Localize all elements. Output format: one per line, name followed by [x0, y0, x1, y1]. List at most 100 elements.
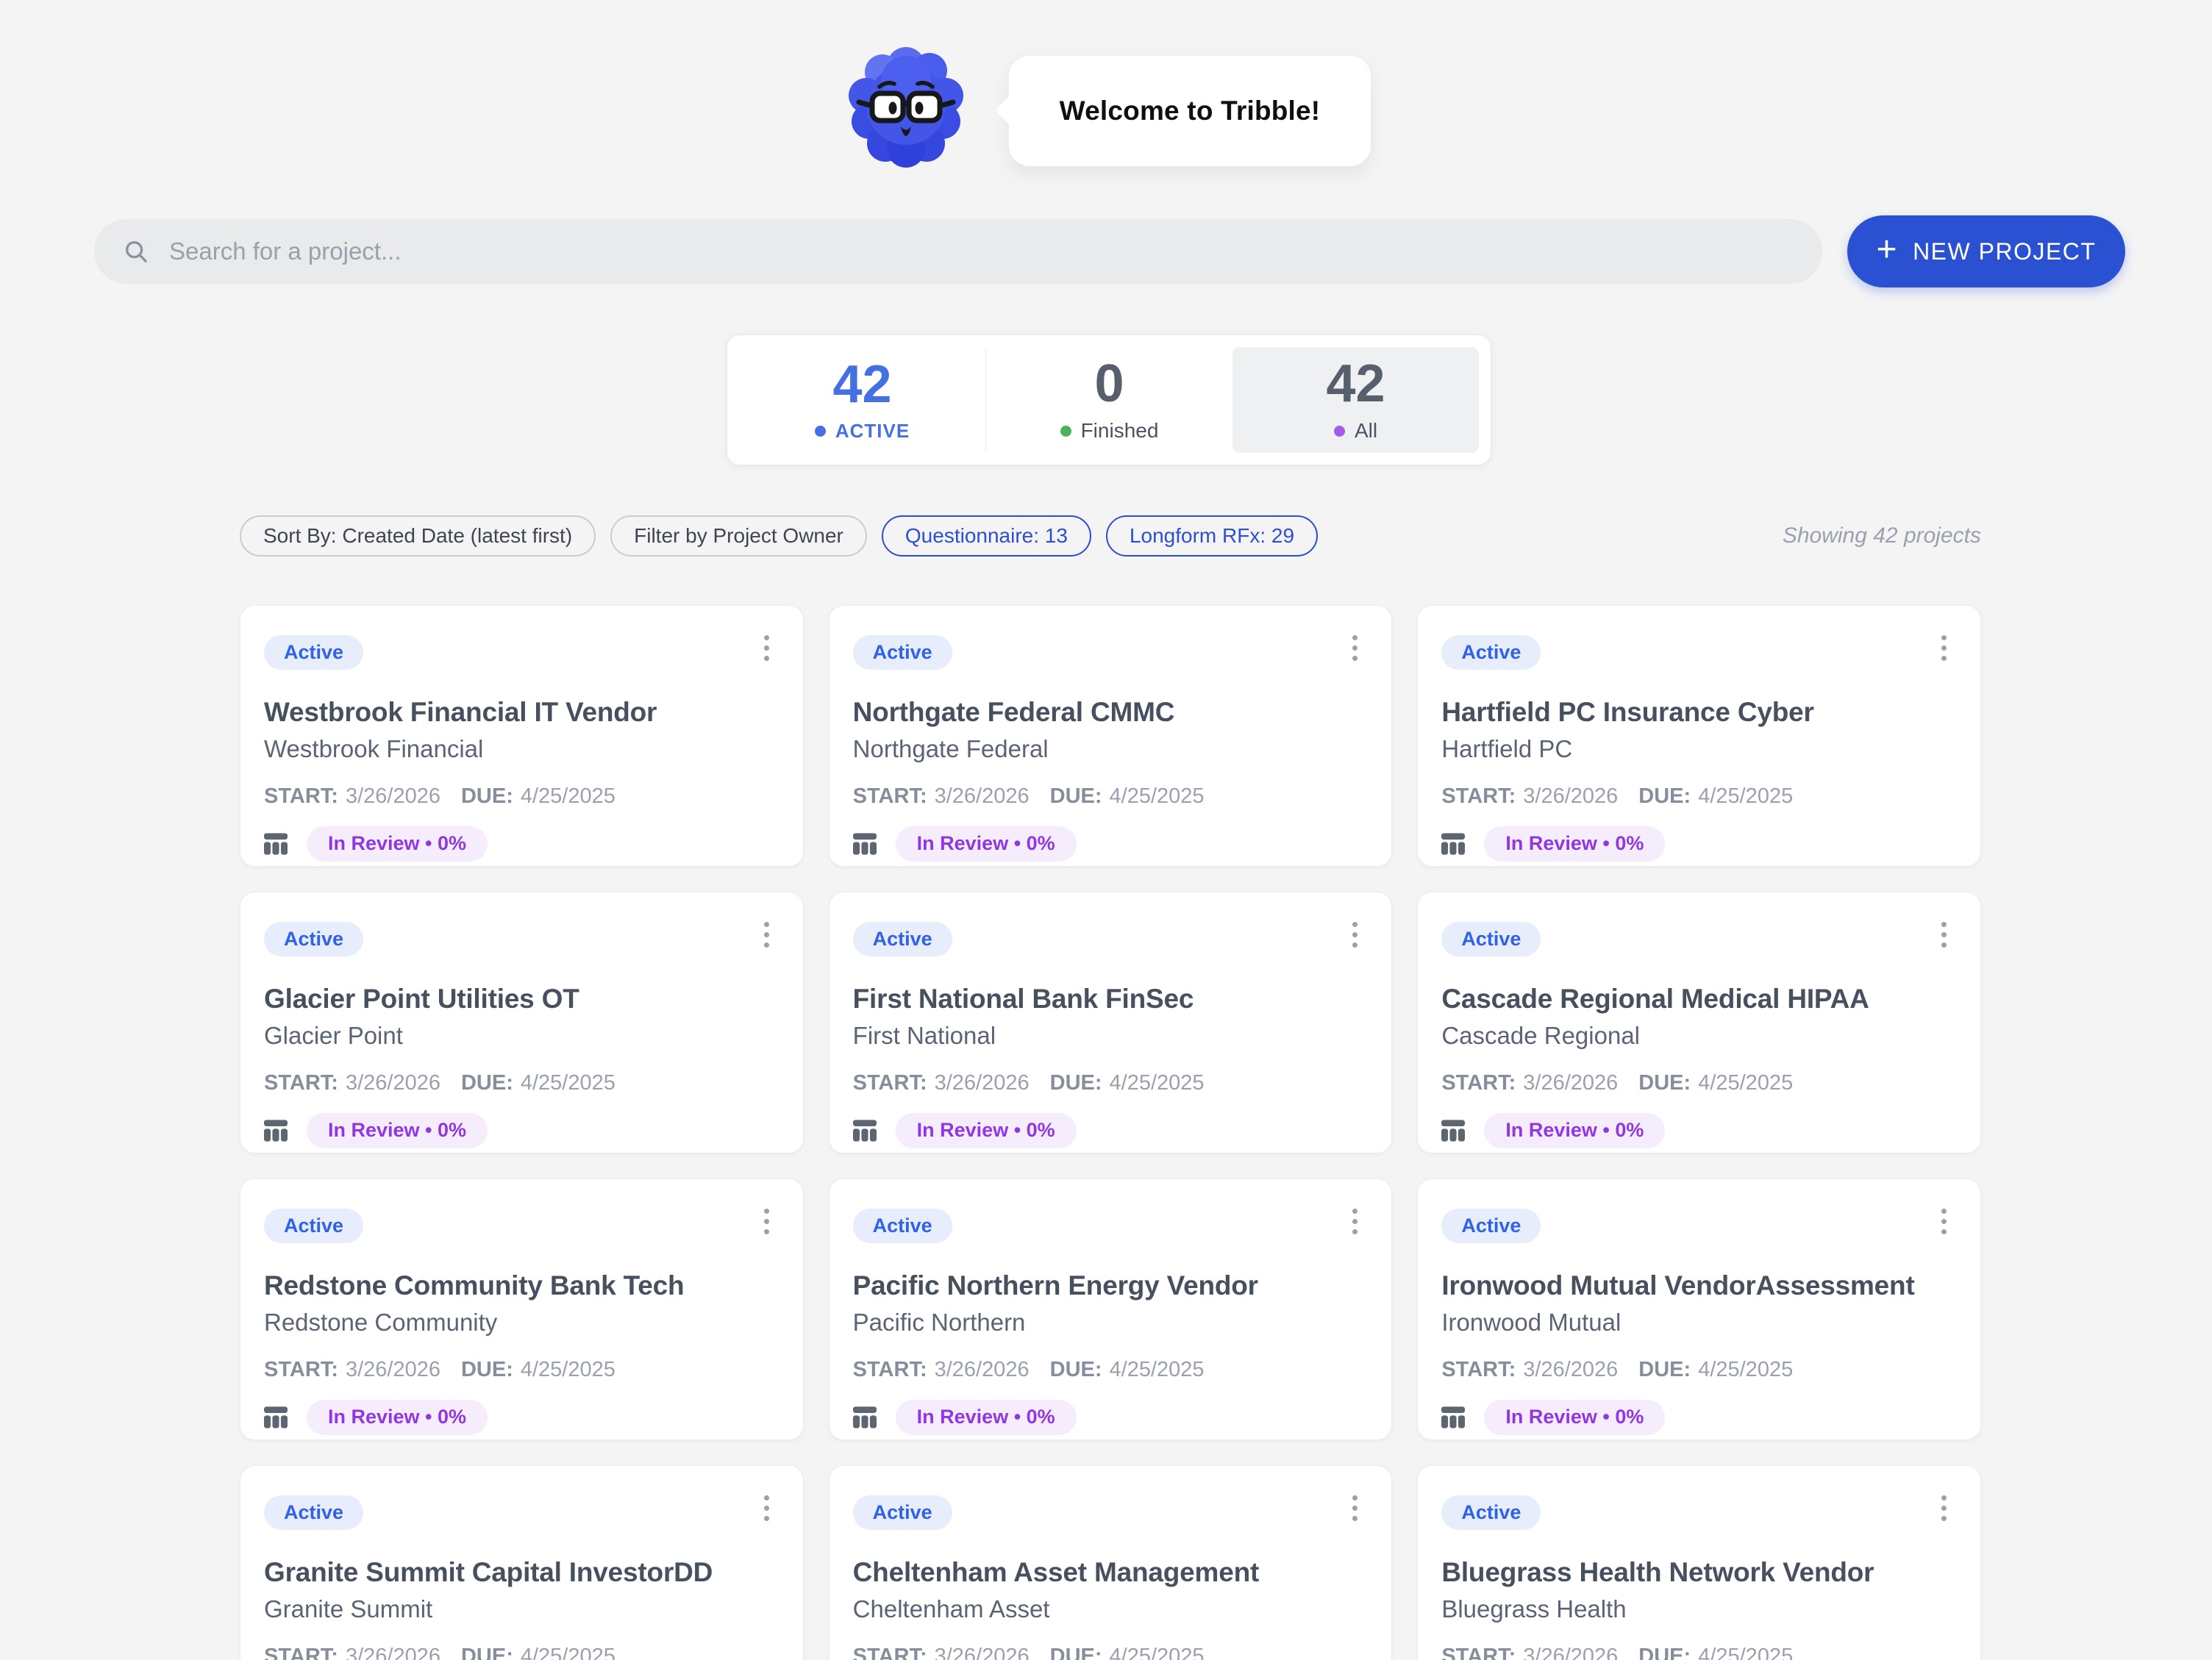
stat-tab-finished[interactable]: 0 Finished: [985, 347, 1232, 453]
due-date: 4/25/2025: [1698, 1071, 1793, 1095]
kebab-menu-icon[interactable]: [760, 1204, 774, 1239]
project-dates: START:3/26/2026 DUE:4/25/2025: [853, 1071, 1363, 1095]
project-title: Northgate Federal CMMC: [853, 696, 1363, 729]
stat-tab-all[interactable]: 42 All: [1232, 347, 1479, 453]
table-icon[interactable]: [264, 1406, 288, 1428]
project-card[interactable]: Active Northgate Federal CMMC Northgate …: [829, 605, 1393, 867]
status-badge: Active: [853, 922, 952, 956]
status-badge: Active: [853, 1495, 952, 1530]
due-label: DUE:: [1050, 784, 1102, 808]
status-badge: Active: [853, 1209, 952, 1243]
project-card[interactable]: Active Pacific Northern Energy Vendor Pa…: [829, 1178, 1393, 1440]
status-badge: Active: [1441, 922, 1541, 956]
review-status-badge: In Review • 0%: [1484, 826, 1665, 862]
project-dates: START:3/26/2026 DUE:4/25/2025: [264, 1358, 774, 1382]
card-footer: In Review • 0%: [1441, 1400, 1951, 1435]
table-icon[interactable]: [1441, 1120, 1465, 1142]
start-date: 3/26/2026: [346, 1358, 440, 1381]
project-company: Granite Summit: [264, 1595, 774, 1624]
start-label: START:: [1441, 1071, 1516, 1095]
project-title: Bluegrass Health Network Vendor: [1441, 1556, 1951, 1589]
filter-owner-pill[interactable]: Filter by Project Owner: [610, 515, 867, 557]
kebab-menu-icon[interactable]: [1937, 917, 1951, 952]
due-date: 4/25/2025: [521, 784, 616, 808]
due-label: DUE:: [1050, 1071, 1102, 1095]
project-title: First National Bank FinSec: [853, 983, 1363, 1015]
kebab-menu-icon[interactable]: [1348, 1491, 1362, 1525]
kebab-menu-icon[interactable]: [1937, 631, 1951, 665]
kebab-menu-icon[interactable]: [1937, 1204, 1951, 1239]
start-label: START:: [853, 1645, 927, 1660]
project-title: Hartfield PC Insurance Cyber: [1441, 696, 1951, 729]
table-icon[interactable]: [853, 1406, 877, 1428]
search-bar[interactable]: [94, 219, 1822, 284]
due-date: 4/25/2025: [521, 1071, 616, 1095]
start-date: 3/26/2026: [1523, 784, 1618, 808]
project-card[interactable]: Active Cascade Regional Medical HIPAA Ca…: [1417, 892, 1981, 1153]
search-input[interactable]: [169, 237, 1800, 265]
project-company: Northgate Federal: [853, 734, 1363, 764]
review-status-badge: In Review • 0%: [307, 1400, 488, 1435]
kebab-menu-icon[interactable]: [1937, 1491, 1951, 1525]
table-icon[interactable]: [1441, 833, 1465, 855]
kebab-menu-icon[interactable]: [1348, 1204, 1362, 1239]
new-project-button[interactable]: + NEW PROJECT: [1847, 215, 2125, 287]
status-badge: Active: [853, 635, 952, 670]
project-card[interactable]: Active Glacier Point Utilities OT Glacie…: [240, 892, 804, 1153]
project-card[interactable]: Active Hartfield PC Insurance Cyber Hart…: [1417, 605, 1981, 867]
stat-tab-active[interactable]: 42 ACTIVE: [739, 347, 985, 453]
sort-by-pill[interactable]: Sort By: Created Date (latest first): [240, 515, 596, 557]
project-title: Ironwood Mutual VendorAssessment: [1441, 1270, 1951, 1302]
welcome-text: Welcome to Tribble!: [1060, 96, 1321, 126]
card-footer: In Review • 0%: [853, 1113, 1363, 1148]
review-status-badge: In Review • 0%: [307, 1113, 488, 1148]
project-company: Hartfield PC: [1441, 734, 1951, 764]
table-icon[interactable]: [1441, 1406, 1465, 1428]
project-card[interactable]: Active Redstone Community Bank Tech Reds…: [240, 1178, 804, 1440]
start-date: 3/26/2026: [346, 1645, 440, 1660]
due-label: DUE:: [461, 1358, 513, 1381]
project-card[interactable]: Active Bluegrass Health Network Vendor B…: [1417, 1465, 1981, 1660]
table-icon[interactable]: [853, 1120, 877, 1142]
status-badge: Active: [264, 1209, 363, 1243]
table-icon[interactable]: [264, 1120, 288, 1142]
project-dates: START:3/26/2026 DUE:4/25/2025: [1441, 1358, 1951, 1382]
card-footer: In Review • 0%: [853, 826, 1363, 862]
table-icon[interactable]: [853, 833, 877, 855]
project-card[interactable]: Active Granite Summit Capital InvestorDD…: [240, 1465, 804, 1660]
kebab-menu-icon[interactable]: [1348, 917, 1362, 952]
review-status-badge: In Review • 0%: [896, 1113, 1077, 1148]
kebab-menu-icon[interactable]: [760, 917, 774, 952]
questionnaire-filter-pill[interactable]: Questionnaire: 13: [882, 515, 1091, 557]
kebab-menu-icon[interactable]: [1348, 631, 1362, 665]
filter-row: Sort By: Created Date (latest first) Fil…: [240, 515, 1981, 557]
start-label: START:: [853, 784, 927, 808]
project-company: Redstone Community: [264, 1308, 774, 1337]
due-label: DUE:: [1050, 1358, 1102, 1381]
project-dates: START:3/26/2026 DUE:4/25/2025: [264, 1071, 774, 1095]
start-date: 3/26/2026: [1523, 1358, 1618, 1381]
longform-rfx-filter-pill[interactable]: Longform RFx: 29: [1106, 515, 1318, 557]
project-title: Glacier Point Utilities OT: [264, 983, 774, 1015]
project-company: Westbrook Financial: [264, 734, 774, 764]
table-icon[interactable]: [264, 833, 288, 855]
project-title: Cascade Regional Medical HIPAA: [1441, 983, 1951, 1015]
project-dates: START:3/26/2026 DUE:4/25/2025: [853, 1645, 1363, 1660]
project-card[interactable]: Active Ironwood Mutual VendorAssessment …: [1417, 1178, 1981, 1440]
start-label: START:: [1441, 1358, 1516, 1381]
project-card[interactable]: Active First National Bank FinSec First …: [829, 892, 1393, 1153]
active-label: ACTIVE: [835, 420, 910, 443]
start-date: 3/26/2026: [1523, 1645, 1618, 1660]
project-dates: START:3/26/2026 DUE:4/25/2025: [264, 1645, 774, 1660]
kebab-menu-icon[interactable]: [760, 1491, 774, 1525]
kebab-menu-icon[interactable]: [760, 631, 774, 665]
due-label: DUE:: [1638, 1071, 1691, 1095]
start-label: START:: [1441, 1645, 1516, 1660]
tribble-mascot-icon: [847, 43, 965, 179]
project-dates: START:3/26/2026 DUE:4/25/2025: [1441, 1645, 1951, 1660]
project-card[interactable]: Active Westbrook Financial IT Vendor Wes…: [240, 605, 804, 867]
review-status-badge: In Review • 0%: [307, 826, 488, 862]
new-project-label: NEW PROJECT: [1913, 238, 2096, 265]
project-card[interactable]: Active Cheltenham Asset Management Chelt…: [829, 1465, 1393, 1660]
review-status-badge: In Review • 0%: [896, 1400, 1077, 1435]
